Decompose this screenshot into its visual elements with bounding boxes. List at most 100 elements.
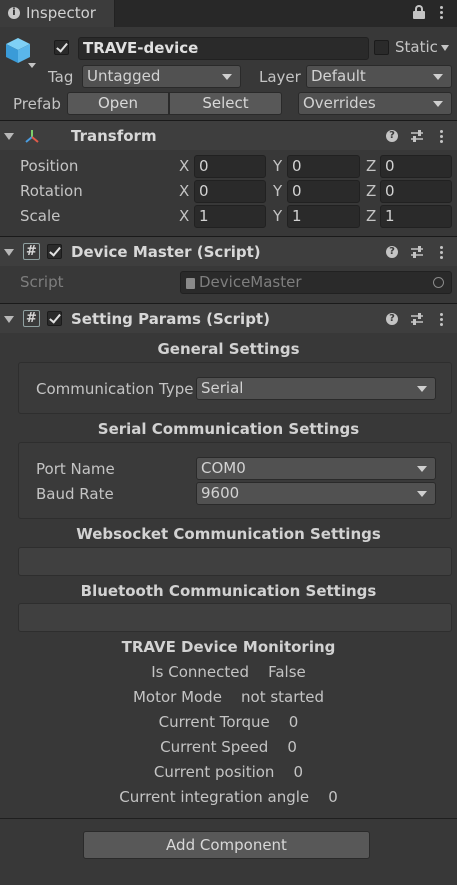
add-component-button[interactable]: Add Component [83, 831, 370, 859]
scale-y-field[interactable]: 1 [287, 205, 360, 228]
position-z-label[interactable]: Z [366, 157, 376, 175]
monitor-current-speed: Current Speed 0 [160, 738, 297, 756]
chevron-down-icon [433, 101, 443, 107]
device-master-title: Device Master (Script) [71, 243, 261, 261]
foldout-arrow-icon[interactable] [4, 316, 14, 323]
websocket-settings-title: Websocket Communication Settings [76, 525, 381, 543]
chevron-down-icon [417, 491, 427, 497]
tag-label: Tag [48, 68, 74, 86]
position-x-label[interactable]: X [179, 157, 189, 175]
gameobject-icon [4, 36, 32, 64]
comm-type-dropdown[interactable]: Serial [196, 377, 436, 400]
setting-params-title: Setting Params (Script) [71, 310, 270, 328]
tag-value: Untagged [87, 67, 161, 85]
tab-menu-icon[interactable] [440, 6, 444, 21]
presets-icon[interactable] [410, 312, 424, 326]
monitor-integration-angle: Current integration angle 0 [119, 788, 338, 806]
position-z-field[interactable]: 0 [380, 155, 452, 178]
websocket-settings-box [18, 547, 452, 576]
general-settings-title: General Settings [157, 340, 300, 358]
prefab-open-button[interactable]: Open [67, 92, 169, 115]
chevron-down-icon [222, 74, 232, 80]
baud-rate-label: Baud Rate [36, 485, 114, 503]
tab-inspector[interactable]: i Inspector [0, 0, 115, 27]
foldout-arrow-icon[interactable] [4, 133, 14, 140]
serial-settings-box [18, 442, 452, 519]
lock-icon[interactable] [413, 5, 425, 19]
presets-icon[interactable] [410, 129, 424, 143]
script-icon: # [23, 243, 40, 260]
presets-icon[interactable] [410, 245, 424, 259]
chevron-down-icon [433, 74, 443, 80]
comm-type-value: Serial [201, 379, 244, 397]
component-menu-icon[interactable] [440, 130, 444, 145]
active-checkbox[interactable] [54, 40, 69, 55]
scale-x-field[interactable]: 1 [194, 205, 266, 228]
object-picker-icon[interactable] [433, 277, 444, 288]
device-master-enabled-checkbox[interactable] [47, 244, 62, 259]
prefab-select-button[interactable]: Select [169, 92, 282, 115]
script-field: DeviceMaster [180, 271, 452, 294]
monitor-current-torque: Current Torque 0 [158, 713, 299, 731]
layer-label: Layer [259, 68, 301, 86]
script-icon: # [23, 310, 40, 327]
tag-dropdown[interactable]: Untagged [82, 65, 241, 88]
static-dropdown-icon[interactable] [441, 45, 449, 51]
help-icon[interactable]: ? [386, 130, 398, 142]
bluetooth-settings-box [18, 603, 452, 632]
position-x-field[interactable]: 0 [194, 155, 266, 178]
overrides-value: Overrides [303, 94, 376, 112]
device-master-header[interactable]: # Device Master (Script) ? [0, 236, 457, 266]
prefab-overrides-dropdown[interactable]: Overrides [298, 92, 452, 115]
chevron-down-icon [417, 466, 427, 472]
monitoring-title: TRAVE Device Monitoring [121, 638, 336, 656]
transform-header[interactable]: Transform ? [0, 120, 457, 150]
script-label: Script [20, 273, 64, 291]
setting-params-header[interactable]: # Setting Params (Script) ? [0, 303, 457, 333]
baud-rate-value: 9600 [201, 484, 240, 502]
bluetooth-settings-title: Bluetooth Communication Settings [80, 582, 377, 600]
component-menu-icon[interactable] [440, 246, 444, 261]
comm-type-label: Communication Type [36, 380, 194, 398]
monitor-is-connected: Is Connected False [151, 663, 306, 681]
script-file-icon [186, 278, 195, 289]
baud-rate-dropdown[interactable]: 9600 [196, 482, 436, 505]
scale-x-label[interactable]: X [179, 207, 189, 225]
help-icon[interactable]: ? [386, 246, 398, 258]
rotation-x-field[interactable]: 0 [194, 180, 266, 203]
position-label: Position [20, 157, 79, 175]
rotation-y-field[interactable]: 0 [287, 180, 360, 203]
port-name-dropdown[interactable]: COM0 [196, 457, 436, 480]
scale-z-label[interactable]: Z [366, 207, 376, 225]
transform-icon [24, 128, 40, 144]
monitor-motor-mode: Motor Mode not started [132, 688, 325, 706]
object-name-field[interactable]: TRAVE-device [78, 37, 369, 60]
setting-params-enabled-checkbox[interactable] [47, 311, 62, 326]
static-checkbox[interactable] [374, 40, 389, 55]
rotation-y-label[interactable]: Y [273, 182, 282, 200]
script-value: DeviceMaster [199, 273, 302, 291]
help-icon[interactable]: ? [386, 313, 398, 325]
position-y-field[interactable]: 0 [287, 155, 360, 178]
scale-z-field[interactable]: 1 [380, 205, 452, 228]
position-y-label[interactable]: Y [273, 157, 282, 175]
rotation-z-label[interactable]: Z [366, 182, 376, 200]
chevron-down-icon [417, 386, 427, 392]
scale-y-label[interactable]: Y [273, 207, 282, 225]
transform-title: Transform [71, 127, 157, 145]
scale-label: Scale [20, 207, 61, 225]
port-name-label: Port Name [36, 460, 115, 478]
layer-value: Default [311, 67, 366, 85]
foldout-arrow-icon[interactable] [4, 249, 14, 256]
info-icon: i [8, 7, 20, 19]
static-label: Static [395, 38, 438, 56]
rotation-label: Rotation [20, 182, 83, 200]
tab-title: Inspector [26, 4, 96, 22]
prefab-label: Prefab [13, 95, 61, 113]
layer-dropdown[interactable]: Default [306, 65, 452, 88]
rotation-z-field[interactable]: 0 [380, 180, 452, 203]
rotation-x-label[interactable]: X [179, 182, 189, 200]
icon-dropdown-arrow[interactable] [28, 63, 36, 68]
component-menu-icon[interactable] [440, 313, 444, 328]
port-name-value: COM0 [201, 459, 246, 477]
